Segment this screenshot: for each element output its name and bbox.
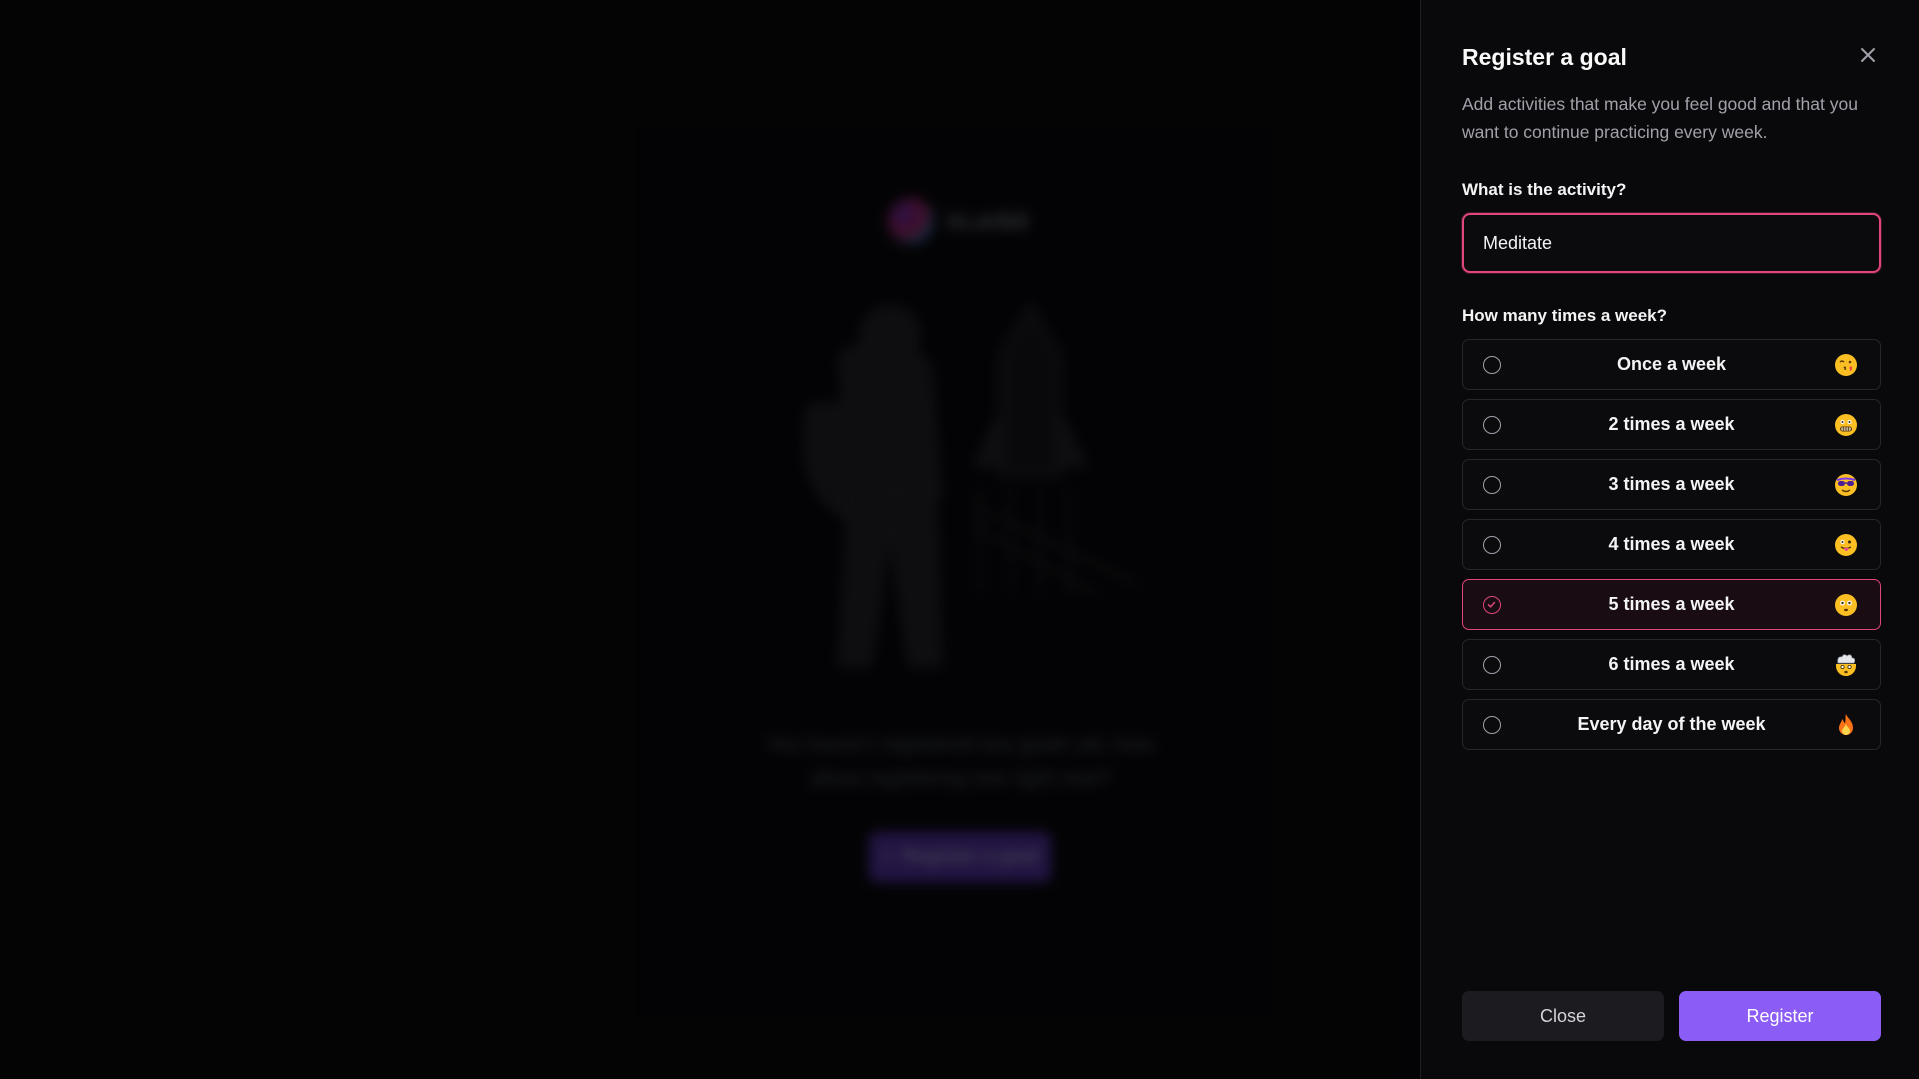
radio-icon[interactable] xyxy=(1483,476,1501,494)
radio-checked-icon[interactable] xyxy=(1483,596,1501,614)
option-label: Every day of the week xyxy=(1577,714,1766,734)
grimacing-face-icon xyxy=(1835,414,1857,436)
face-blowing-kiss-icon xyxy=(1835,354,1857,376)
tongue-face-icon xyxy=(1835,534,1857,556)
option-2-times-a-week[interactable]: 2 times a week xyxy=(1462,399,1881,450)
option-3-times-a-week[interactable]: 3 times a week xyxy=(1462,459,1881,510)
radio-icon[interactable] xyxy=(1483,416,1501,434)
radio-icon[interactable] xyxy=(1483,716,1501,734)
option-label: 5 times a week xyxy=(1608,594,1735,614)
close-button[interactable]: Close xyxy=(1462,991,1664,1041)
register-goal-panel: Register a goal Add activities that make… xyxy=(1420,0,1919,1079)
mind-blown-face-icon xyxy=(1836,654,1856,676)
radio-icon[interactable] xyxy=(1483,356,1501,374)
frequency-options: Once a week 2 times a week 3 times a wee… xyxy=(1462,339,1881,759)
flushed-face-icon xyxy=(1835,594,1857,616)
check-icon xyxy=(1487,601,1496,608)
panel-title: Register a goal xyxy=(1462,44,1627,70)
modal-overlay[interactable] xyxy=(0,0,1420,1079)
radio-icon[interactable] xyxy=(1483,536,1501,554)
option-4-times-a-week[interactable]: 4 times a week xyxy=(1462,519,1881,570)
activity-label: What is the activity? xyxy=(1462,180,1627,199)
option-5-times-a-week[interactable]: 5 times a week xyxy=(1462,579,1881,630)
close-icon[interactable] xyxy=(1857,44,1879,66)
activity-input[interactable] xyxy=(1462,213,1881,273)
radio-icon[interactable] xyxy=(1483,656,1501,674)
register-button[interactable]: Register xyxy=(1679,991,1881,1041)
option-every-day[interactable]: Every day of the week xyxy=(1462,699,1881,750)
background-app: in.orbit You haven't registered any goal… xyxy=(0,0,1420,1079)
frequency-label: How many times a week? xyxy=(1462,306,1668,325)
option-label: 3 times a week xyxy=(1608,474,1735,494)
sunglasses-face-icon xyxy=(1835,474,1857,496)
option-6-times-a-week[interactable]: 6 times a week xyxy=(1462,639,1881,690)
option-once-a-week[interactable]: Once a week xyxy=(1462,339,1881,390)
fire-icon xyxy=(1839,714,1853,735)
option-label: 2 times a week xyxy=(1608,414,1735,434)
option-label: 4 times a week xyxy=(1608,534,1735,554)
option-label: 6 times a week xyxy=(1608,654,1735,674)
option-label: Once a week xyxy=(1616,354,1727,374)
panel-description: Add activities that make you feel good a… xyxy=(1462,94,1858,142)
